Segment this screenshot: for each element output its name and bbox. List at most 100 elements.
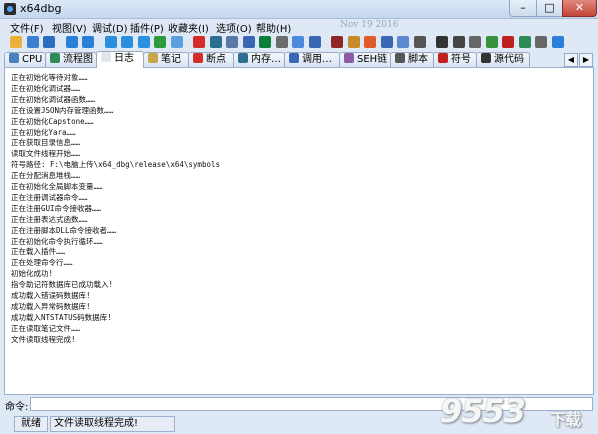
command-label: 命令: xyxy=(5,402,29,413)
pause-icon[interactable] xyxy=(82,36,94,48)
log-line: 正在注册GUI命令接收器…… xyxy=(11,203,102,213)
source-tab-icon xyxy=(481,53,491,63)
log-line: 正在设置JSON内存管理函数…… xyxy=(11,105,114,115)
menu-plugins[interactable]: 插件(P) xyxy=(130,20,164,35)
tab-4[interactable]: 断点 xyxy=(188,52,234,67)
tab-label: 脚本 xyxy=(408,54,428,65)
functions-icon[interactable] xyxy=(331,36,343,48)
run-to-selection-icon[interactable] xyxy=(170,36,183,48)
log-line: 文件读取线程完成! xyxy=(11,334,76,344)
highlight-icon[interactable] xyxy=(364,36,376,48)
tab-scroll-left-icon[interactable]: ◀ xyxy=(564,53,578,67)
tab-label: 调用… xyxy=(302,54,332,65)
log-line: 正在注册脚本DLL命令接收者…… xyxy=(11,225,117,235)
bug-icon[interactable] xyxy=(518,36,531,48)
close-button[interactable]: ✕ xyxy=(562,0,597,17)
threads-icon[interactable] xyxy=(242,36,255,48)
tab-label: 笔记 xyxy=(161,54,181,65)
tab-10[interactable]: 源代码 xyxy=(476,52,530,67)
menu-options[interactable]: 选项(O) xyxy=(216,20,252,35)
breakpoint-icon[interactable] xyxy=(193,36,205,48)
open-icon[interactable] xyxy=(10,36,22,48)
bookmarks-icon[interactable] xyxy=(308,36,321,48)
tab-0[interactable]: CPU xyxy=(4,52,46,67)
cpu-tab-icon xyxy=(9,53,19,63)
close-icon[interactable] xyxy=(43,36,55,48)
tab-1[interactable]: 流程图 xyxy=(45,52,97,67)
log-line: 正在初始化全局脚本变量…… xyxy=(11,182,103,191)
calculator-icon[interactable] xyxy=(413,36,426,48)
title-bar: x64dbg – □ ✕ xyxy=(0,0,598,19)
menu-debug[interactable]: 调试(D) xyxy=(92,20,128,35)
tab-2[interactable]: 日志 xyxy=(96,51,144,68)
tab-3[interactable]: 笔记 xyxy=(143,52,189,67)
seh-tab-icon xyxy=(344,53,354,63)
menu-view[interactable]: 视图(V) xyxy=(52,20,87,35)
graph-tab-icon xyxy=(50,53,60,63)
log-line: 读取文件线程开始…… xyxy=(11,149,81,159)
menu-file[interactable]: 文件(F) xyxy=(10,20,44,35)
app-icon xyxy=(4,3,16,15)
watermark-logo: 9553 下载 xyxy=(440,392,590,432)
tab-9[interactable]: 符号 xyxy=(433,52,477,67)
log-tab-icon xyxy=(101,52,111,62)
log-line: 初始化成功! xyxy=(11,269,54,279)
cpu-icon[interactable] xyxy=(502,36,514,48)
log-line: 符号路径: F:\电脑上传\x64_dbg\release\x64\symbol… xyxy=(11,160,221,170)
menu-help[interactable]: 帮助(H) xyxy=(256,20,291,35)
memory-tab-icon xyxy=(238,53,248,63)
log-line: 正在获取目录信息…… xyxy=(11,138,81,148)
symbols-tab-icon xyxy=(438,53,448,63)
trace-icon[interactable] xyxy=(380,36,393,48)
menu-bar: 文件(F) 视图(V) 调试(D) 插件(P) 收藏夹(I) 选项(O) 帮助(… xyxy=(0,19,598,35)
plugins-icon[interactable] xyxy=(485,36,498,48)
font-icon[interactable] xyxy=(436,36,448,48)
status-message: 文件读取线程完成! xyxy=(50,416,175,432)
comments-icon[interactable] xyxy=(275,36,288,48)
restart-icon[interactable] xyxy=(26,36,39,48)
modules-icon[interactable] xyxy=(226,36,238,48)
tab-label: 日志 xyxy=(114,53,134,64)
tab-label: 断点 xyxy=(206,54,226,65)
find-icon[interactable] xyxy=(397,36,409,48)
memory-icon[interactable] xyxy=(209,36,222,48)
tab-scroll-right-icon[interactable]: ▶ xyxy=(579,53,593,67)
log-line: 指令助记符数据库已成功载入! xyxy=(11,280,114,290)
maximize-button[interactable]: □ xyxy=(536,0,563,17)
breakpoints-tab-icon xyxy=(193,53,203,63)
log-line: 成功载入NTSTATUS码数据库! xyxy=(11,312,112,322)
minimize-button[interactable]: – xyxy=(509,0,537,17)
log-line: 正在载入插件…… xyxy=(11,247,66,257)
labels-icon[interactable] xyxy=(292,36,304,48)
settings-icon[interactable] xyxy=(469,36,481,48)
log-line: 正在初始化调试器函数…… xyxy=(11,94,96,104)
tab-label: 内存… xyxy=(251,54,281,65)
step-out-icon[interactable] xyxy=(137,36,150,48)
step-into-icon[interactable] xyxy=(104,36,117,48)
log-line: 正在初始化等待对象…… xyxy=(11,73,88,82)
status-state: 就绪 xyxy=(14,416,48,432)
favorites-icon[interactable] xyxy=(535,36,547,48)
build-date: Nov 19 2016 xyxy=(340,20,399,30)
patch-icon[interactable] xyxy=(259,36,271,48)
log-line: 正在初始化Capstone…… xyxy=(11,116,94,126)
step-over-icon[interactable] xyxy=(121,36,133,48)
tab-label: SEH链 xyxy=(357,54,388,65)
about-icon[interactable] xyxy=(551,36,564,48)
tab-6[interactable]: 调用… xyxy=(284,52,340,67)
tab-8[interactable]: 脚本 xyxy=(390,52,434,67)
log-line: 正在注册表达式函数…… xyxy=(11,214,88,224)
script-icon[interactable] xyxy=(347,36,360,48)
menu-favorites[interactable]: 收藏夹(I) xyxy=(168,20,209,35)
tab-label: 流程图 xyxy=(63,54,93,65)
toolbar xyxy=(0,34,598,51)
log-view[interactable]: 正在初始化等待对象…… 正在初始化调试器…… 正在初始化调试器函数…… 正在设置JSO… xyxy=(4,67,594,395)
log-line: 正在分配消息堆栈…… xyxy=(11,171,81,181)
tab-5[interactable]: 内存… xyxy=(233,52,285,67)
text-size-icon[interactable] xyxy=(452,36,465,48)
tab-label: 源代码 xyxy=(494,54,524,65)
log-line: 正在初始化调试器…… xyxy=(11,83,81,93)
run-icon[interactable] xyxy=(65,36,78,48)
tab-7[interactable]: SEH链 xyxy=(339,52,391,67)
run-to-user-icon[interactable] xyxy=(154,36,166,48)
